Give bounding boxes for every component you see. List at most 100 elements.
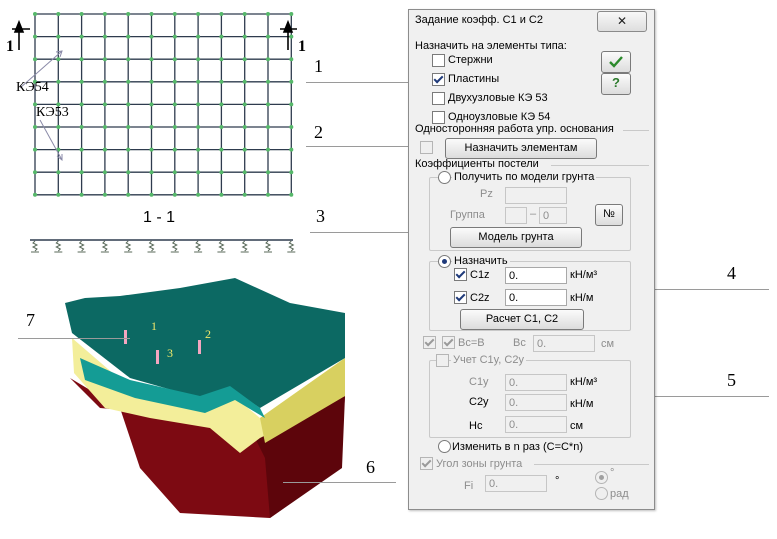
group-from-input[interactable] [505,207,527,224]
label-c1z: C1z [470,269,490,281]
mesh-node [33,170,37,175]
model-label-1: 1 [151,319,157,333]
checkbox-one-side[interactable] [420,141,433,154]
mesh-node [266,170,270,175]
checkbox-bc-eq-b[interactable] [442,336,455,349]
label-radian: рад [610,488,629,500]
mesh-node [266,125,270,129]
c2y-input[interactable]: 0. [505,394,567,411]
help-button[interactable]: ? [601,73,631,95]
callout-6-leader [283,482,396,483]
mesh-node [33,192,37,197]
mesh-node [56,57,61,62]
label-pz: Pz [480,188,493,200]
callout-3: 3 [316,206,325,226]
fi-input[interactable]: 0. [485,475,547,492]
label-c2y: C2y [469,396,489,408]
mesh-node [219,125,224,129]
checkbox-bc-disabled[interactable] [423,336,436,349]
mesh-node [219,147,224,152]
mesh-node [196,12,201,16]
mesh-node [196,192,201,197]
radio-assign[interactable] [438,255,451,268]
mesh-node [79,192,84,197]
spring-icon [171,240,178,252]
radio-radian[interactable] [595,487,608,500]
mesh-node [266,79,270,84]
mesh-node [33,12,37,16]
mesh-node [242,34,247,39]
mesh-node [196,170,201,175]
mesh-node [79,125,84,129]
close-button[interactable]: ✕ [597,11,647,32]
mesh-node [33,34,37,39]
mesh-node [172,102,177,107]
mesh-node [102,12,107,16]
mesh-node [289,147,294,152]
mesh-node [242,125,247,129]
checkbox-c1z[interactable] [454,268,467,281]
mesh-node [266,192,270,197]
spring-icon [264,240,272,252]
checkbox-plates[interactable] [432,73,445,86]
group-to-input[interactable]: 0 [539,207,567,224]
callout-2: 2 [314,122,323,142]
c1z-input[interactable]: 0. [505,267,567,284]
mesh-node [56,79,61,84]
pz-input[interactable] [505,187,567,204]
separator-soil-angle [534,464,649,465]
hc-input[interactable]: 0. [505,416,567,433]
label-degree: ° [610,467,615,479]
label-ke54: Одноузловые КЭ 54 [448,111,551,123]
mesh-node [242,12,247,16]
mesh-node [172,147,177,152]
one-side-header: Односторонняя работа упр. основания [415,123,614,135]
checkbox-c1y-c2y[interactable] [436,354,449,367]
mesh-node [196,57,201,62]
spring-icon [194,240,202,252]
checkbox-soil-angle[interactable] [420,457,433,470]
checkbox-ke53[interactable] [432,92,445,105]
mesh-node [172,170,177,175]
c2z-input[interactable]: 0. [505,289,567,306]
mesh-node [149,170,154,175]
ok-button[interactable] [601,51,631,73]
bc-input[interactable]: 0. [533,335,595,352]
mesh-node [289,12,294,16]
mesh-node [219,102,224,107]
mesh-node [172,12,177,16]
mesh-node [289,34,294,39]
checkbox-rods[interactable] [432,54,445,67]
unit-fi: ° [555,475,560,487]
label-c2z: C2z [470,292,490,304]
section-mark-left-label: 1 [6,38,14,55]
mesh-node [242,102,247,107]
spring-icon [55,240,62,252]
mesh-node [102,170,107,175]
mesh-node [79,57,84,62]
checkbox-c2z[interactable] [454,291,467,304]
label-c1y-c2y: Учет С1y, С2y [451,354,526,366]
spring-icon [31,240,39,252]
label-c1y: C1y [469,376,489,388]
number-button[interactable]: № [595,204,623,226]
mesh-node [79,147,84,152]
radio-degree[interactable] [595,471,608,484]
c1y-input[interactable]: 0. [505,374,567,391]
assign-elements-button[interactable]: Назначить элементам [445,138,597,159]
mesh-node [102,125,107,129]
separator-bed-coeff [551,165,649,166]
mesh-node [242,79,247,84]
spring-icon [101,240,109,252]
spring-icon [78,240,85,252]
mesh-node [196,34,201,39]
radio-soil-model[interactable] [438,171,451,184]
mesh-node [126,147,131,152]
soil-model-button[interactable]: Модель грунта [450,227,582,248]
radio-change-n[interactable] [438,440,451,453]
mesh-node [126,79,131,84]
calc-c1-c2-button[interactable]: Расчет С1, С2 [460,309,584,330]
callout-5: 5 [727,370,736,390]
mesh-node [126,125,131,129]
mesh-node [102,79,107,84]
